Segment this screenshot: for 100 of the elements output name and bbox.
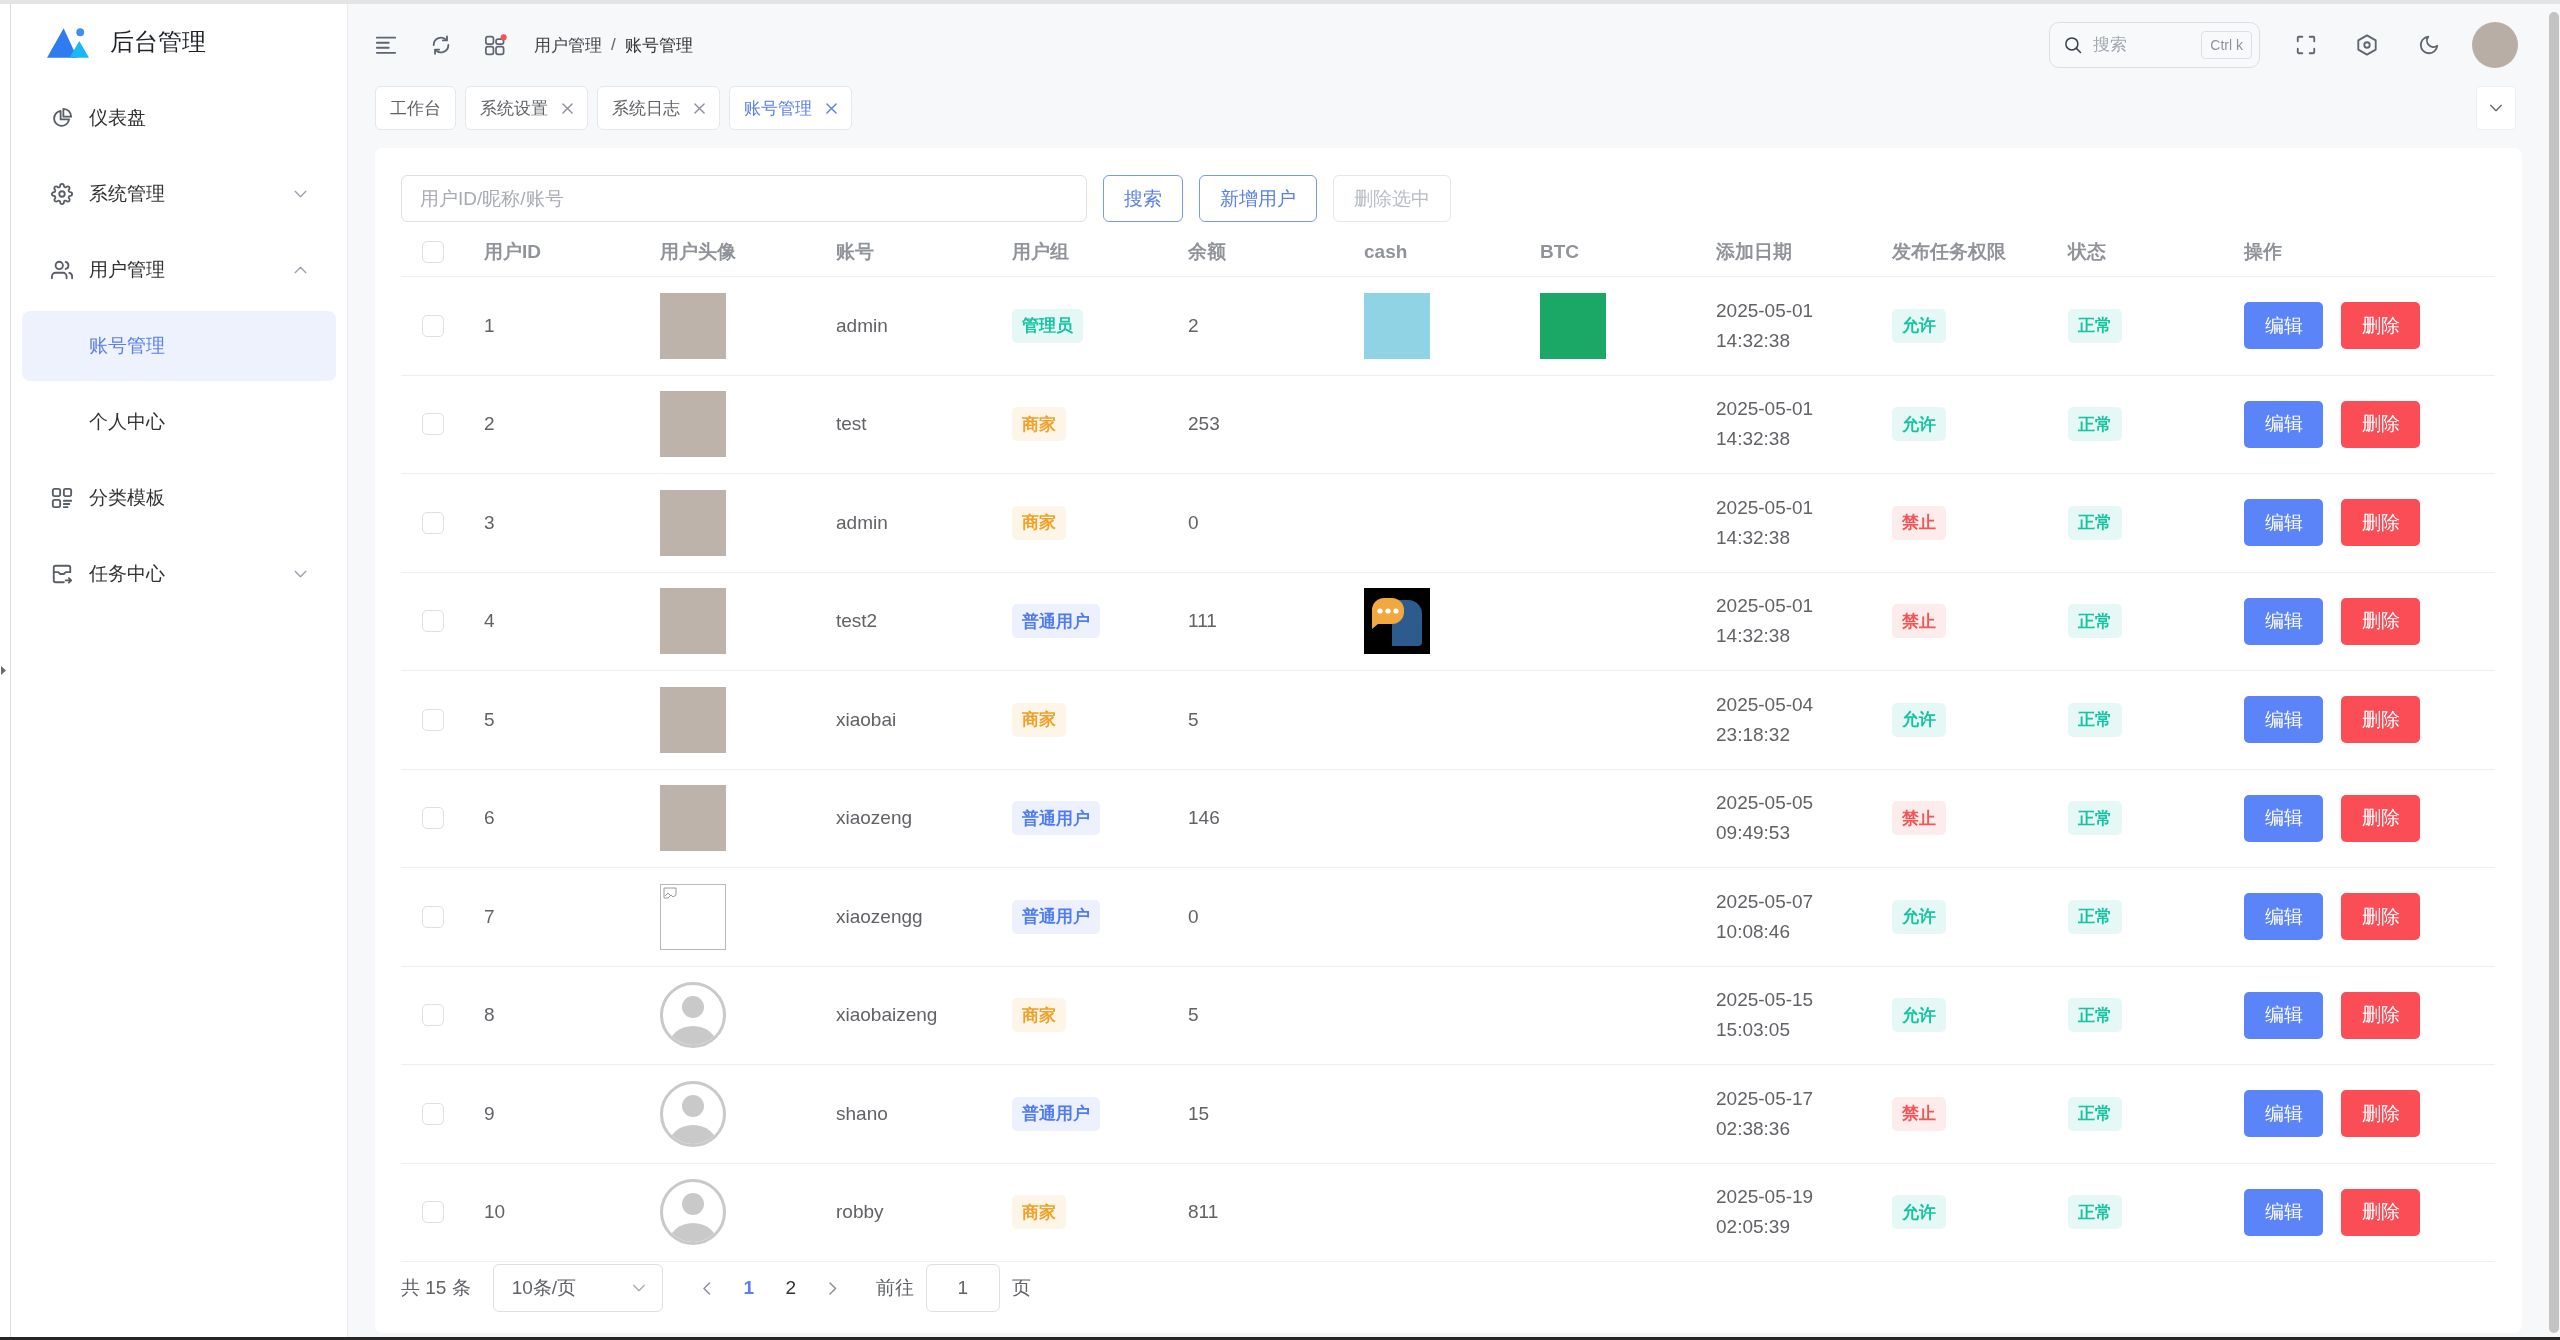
- delete-button[interactable]: 删除: [2341, 696, 2420, 744]
- tab[interactable]: 账号管理: [729, 86, 852, 130]
- goto-label: 前往: [875, 1276, 914, 1300]
- photo-placeholder: [660, 391, 726, 458]
- tab[interactable]: 工作台: [375, 86, 456, 130]
- tab[interactable]: 系统日志: [597, 86, 720, 130]
- table-cell-text: 2025-05-17 02:38:36: [1716, 1086, 1815, 1141]
- row-checkbox[interactable]: [422, 1102, 444, 1125]
- column-header: 添加日期: [1716, 240, 1792, 262]
- page-button[interactable]: 2: [769, 1268, 812, 1308]
- delete-button[interactable]: 删除: [2341, 893, 2420, 941]
- user-group-tag: 商家: [1012, 407, 1066, 442]
- sidebar-item[interactable]: 分类模板: [22, 463, 336, 533]
- edit-button[interactable]: 编辑: [2244, 1188, 2323, 1236]
- row-checkbox[interactable]: [422, 610, 444, 633]
- table-cell: 0: [1188, 905, 1199, 927]
- table-cell: 7: [484, 905, 495, 927]
- refresh-icon[interactable]: [430, 34, 452, 56]
- row-checkbox[interactable]: [422, 1004, 444, 1027]
- chevron-down-icon: [2489, 104, 2503, 112]
- page-size-select[interactable]: 10条/页: [492, 1264, 663, 1312]
- delete-button[interactable]: 删除: [2341, 302, 2420, 350]
- column-header: 状态: [2068, 240, 2106, 262]
- search-input[interactable]: 用户ID/昵称/账号: [401, 175, 1087, 222]
- sidebar-item[interactable]: 任务中心: [22, 539, 336, 609]
- table-cell: test: [836, 413, 867, 435]
- table-cell: 0: [1188, 511, 1199, 533]
- goto-page-input[interactable]: 1: [925, 1264, 1000, 1312]
- apps-icon[interactable]: [485, 34, 507, 56]
- search-icon: [2064, 36, 2082, 54]
- row-checkbox[interactable]: [422, 905, 444, 928]
- user-group-tag: 商家: [1012, 702, 1066, 737]
- delete-button[interactable]: 删除: [2341, 400, 2420, 448]
- table-cell: 5: [1188, 1004, 1199, 1026]
- photo-placeholder: [660, 785, 726, 852]
- edit-button[interactable]: 编辑: [2244, 893, 2323, 941]
- row-checkbox[interactable]: [422, 708, 444, 731]
- sidebar-subitem[interactable]: 个人中心: [22, 387, 336, 457]
- permission-tag: 允许: [1892, 899, 1946, 934]
- user-group-tag: 普通用户: [1012, 1096, 1100, 1131]
- close-icon[interactable]: [562, 102, 573, 114]
- user-group-tag: 商家: [1012, 1195, 1066, 1230]
- table-cell: 3: [484, 511, 495, 533]
- close-icon[interactable]: [826, 102, 837, 114]
- status-tag: 正常: [2068, 1096, 2122, 1131]
- row-checkbox[interactable]: [422, 1201, 444, 1224]
- close-icon[interactable]: [694, 102, 705, 114]
- edit-button[interactable]: 编辑: [2244, 696, 2323, 744]
- sidebar-item[interactable]: 系统管理: [22, 159, 336, 229]
- user-group-tag: 管理员: [1012, 308, 1083, 343]
- status-tag: 正常: [2068, 308, 2122, 343]
- table-cell-text: 2025-05-19 02:05:39: [1716, 1185, 1815, 1240]
- delete-button[interactable]: 删除: [2341, 499, 2420, 547]
- sidebar-item[interactable]: 用户管理: [22, 235, 336, 305]
- delete-button[interactable]: 删除: [2341, 794, 2420, 842]
- delete-button[interactable]: 删除: [2341, 1188, 2420, 1236]
- table-cell: xiaobai: [836, 708, 897, 730]
- user-avatar[interactable]: [2472, 22, 2518, 68]
- tabs-menu-button[interactable]: [2476, 86, 2516, 130]
- permission-tag: 禁止: [1892, 801, 1946, 836]
- column-header: 余额: [1188, 240, 1226, 262]
- default-avatar-icon: [660, 1080, 726, 1147]
- table-cell: 10: [484, 1201, 506, 1223]
- row-checkbox[interactable]: [422, 807, 444, 830]
- edit-button[interactable]: 编辑: [2244, 400, 2323, 448]
- row-checkbox[interactable]: [422, 314, 444, 337]
- hexagon-settings-icon[interactable]: [2356, 34, 2378, 56]
- table-cell: shano: [836, 1102, 888, 1124]
- scrollbar-thumb[interactable]: [2549, 12, 2559, 1333]
- menu-icon[interactable]: [375, 34, 397, 56]
- delete-button[interactable]: 删除: [2341, 1090, 2420, 1138]
- edit-button[interactable]: 编辑: [2244, 302, 2323, 350]
- table-cell-text: 2025-05-04 23:18:32: [1716, 692, 1815, 747]
- select-all-checkbox[interactable]: [422, 240, 444, 263]
- table-cell: admin: [836, 314, 888, 336]
- tab[interactable]: 系统设置: [465, 86, 588, 130]
- row-checkbox[interactable]: [422, 413, 444, 436]
- table-cell-text: 2025-05-01 14:32:38: [1716, 397, 1815, 452]
- edit-button[interactable]: 编辑: [2244, 597, 2323, 645]
- sidebar-subitem[interactable]: 账号管理: [22, 311, 336, 381]
- row-checkbox[interactable]: [422, 511, 444, 534]
- delete-button[interactable]: 删除: [2341, 991, 2420, 1039]
- edit-button[interactable]: 编辑: [2244, 794, 2323, 842]
- add-user-button[interactable]: 新增用户: [1199, 175, 1317, 222]
- fullscreen-icon[interactable]: [2295, 34, 2317, 56]
- breadcrumb-link[interactable]: 用户管理: [534, 33, 602, 57]
- table-cell-text: 2025-05-05 09:49:53: [1716, 791, 1815, 846]
- sidebar-item[interactable]: 仪表盘: [22, 83, 336, 153]
- photo-placeholder: [660, 686, 726, 753]
- edit-button[interactable]: 编辑: [2244, 1090, 2323, 1138]
- edit-button[interactable]: 编辑: [2244, 499, 2323, 547]
- column-header: cash: [1364, 240, 1408, 262]
- delete-button[interactable]: 删除: [2341, 597, 2420, 645]
- edit-button[interactable]: 编辑: [2244, 991, 2323, 1039]
- expand-handle-icon[interactable]: [1, 666, 6, 675]
- page-button[interactable]: 1: [727, 1268, 770, 1308]
- moon-icon[interactable]: [2418, 34, 2440, 56]
- search-button[interactable]: 搜索: [1103, 175, 1183, 222]
- tray-arrow-icon: [51, 563, 73, 585]
- permission-tag: 禁止: [1892, 1096, 1946, 1131]
